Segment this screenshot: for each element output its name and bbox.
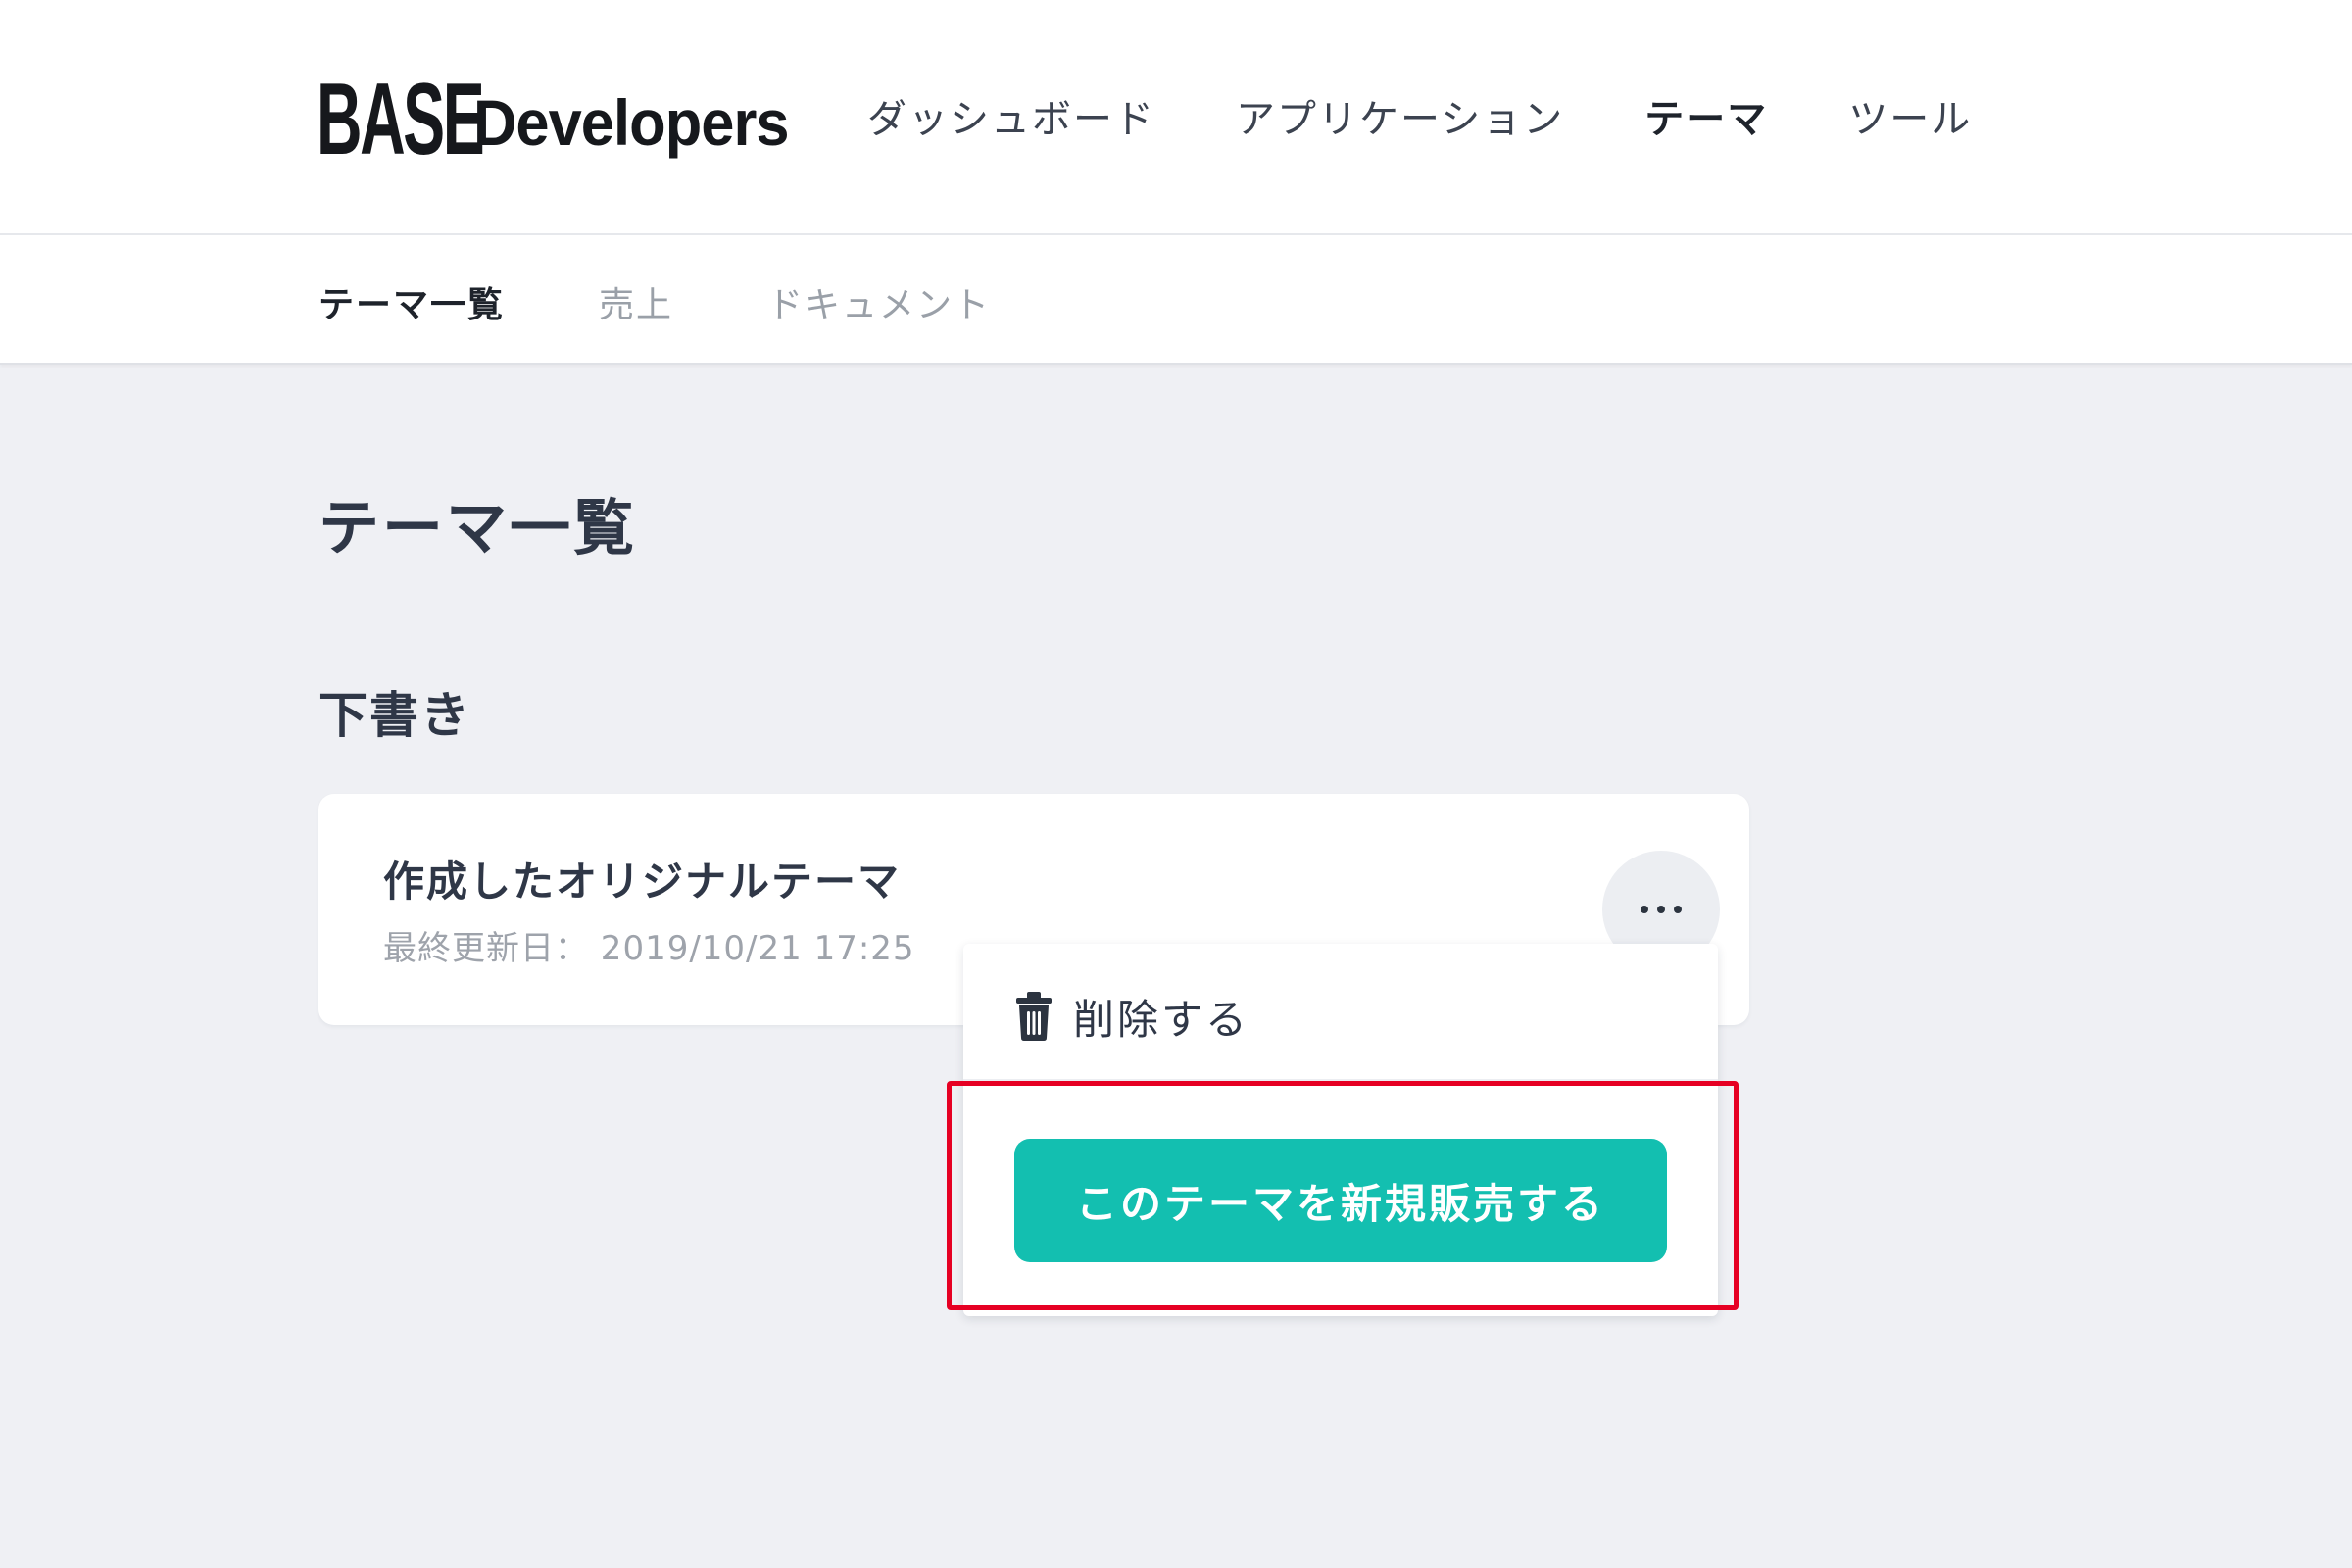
page-title: テーマ一覧: [318, 492, 638, 564]
logo-mark: BASE: [317, 63, 485, 176]
tab-sales[interactable]: 売上: [599, 276, 673, 327]
tab-theme-list[interactable]: テーマ一覧: [318, 276, 505, 327]
sub-nav: テーマ一覧 売上 ドキュメント: [0, 235, 2352, 365]
nav-item-dashboard[interactable]: ダッシュボード: [867, 87, 1155, 144]
nav-item-themes[interactable]: テーマ: [1644, 87, 1768, 144]
ellipsis-icon: [1641, 906, 1682, 913]
theme-last-updated: 最終更新日： 2019/10/21 17:25: [383, 929, 915, 968]
base-developers-logo[interactable]: BASE Developers: [317, 63, 812, 176]
nav-item-applications[interactable]: アプリケーション: [1236, 87, 1564, 144]
tab-documents[interactable]: ドキュメント: [767, 276, 991, 327]
top-header: BASE Developers ダッシュボード アプリケーション テーマ ツール: [0, 0, 2352, 235]
menu-divider: [963, 1079, 1718, 1081]
sell-theme-button[interactable]: このテーマを新規販売する: [1014, 1139, 1667, 1262]
delete-label: 削除する: [1073, 995, 1250, 1044]
theme-name: 作成したオリジナルテーマ: [383, 858, 902, 906]
trash-icon: [1016, 992, 1052, 1041]
nav-item-tools[interactable]: ツール: [1848, 87, 1972, 144]
main-nav: ダッシュボード アプリケーション テーマ ツール: [867, 86, 2052, 145]
sub-nav-items: テーマ一覧 売上 ドキュメント: [318, 274, 1085, 329]
section-title-drafts: 下書き: [318, 687, 471, 744]
delete-menu-item[interactable]: 削除する: [1014, 987, 1250, 1046]
logo-text: Developers: [473, 86, 790, 159]
